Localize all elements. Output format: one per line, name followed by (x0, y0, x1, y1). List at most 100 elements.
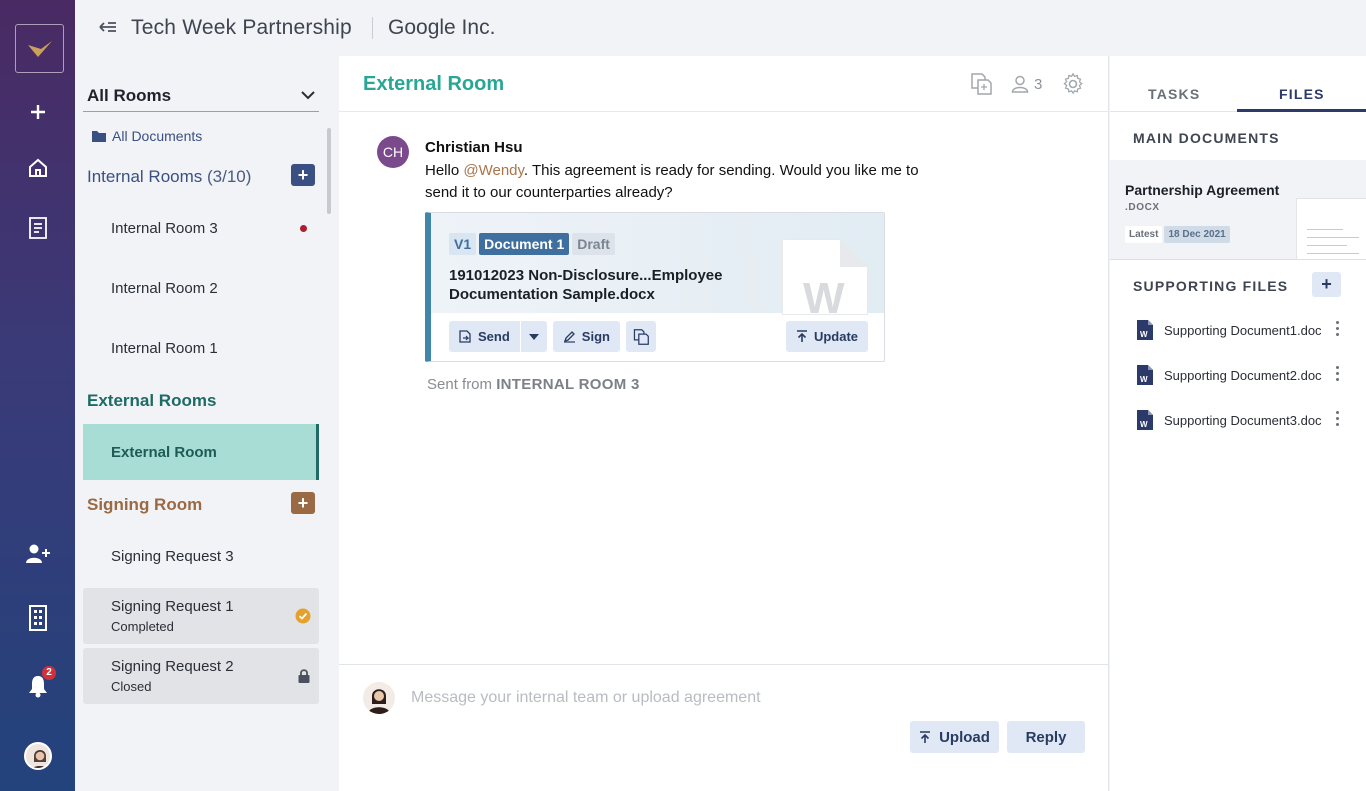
documents-button[interactable] (22, 212, 54, 244)
send-document-icon (459, 330, 471, 343)
plus-icon (31, 105, 45, 119)
user-icon (1011, 75, 1029, 93)
reply-button[interactable]: Reply (1007, 721, 1085, 753)
main-document-extension: .DOCX (1125, 202, 1160, 213)
sidebar-item-signing-request-2[interactable]: Signing Request 2 Closed (83, 648, 319, 704)
word-file-icon: W (1137, 320, 1153, 340)
send-options-dropdown[interactable] (520, 321, 547, 352)
room-label: Internal Room 2 (111, 279, 218, 297)
update-document-button[interactable]: Update (785, 321, 868, 352)
word-document-thumbnail: W (782, 239, 868, 323)
file-options-button[interactable] (1336, 366, 1339, 381)
sidebar-item-internal-room-2[interactable]: Internal Room 2 (83, 260, 319, 316)
room-filter-value: All Rooms (87, 85, 172, 105)
room-title: External Room (363, 73, 505, 95)
svg-text:W: W (1140, 375, 1148, 384)
member-count: 3 (1034, 76, 1043, 93)
svg-text:W: W (1140, 420, 1148, 429)
sidebar-item-internal-room-1[interactable]: Internal Room 1 (83, 320, 319, 376)
home-icon (29, 158, 47, 177)
request-label: Signing Request 2 (111, 658, 234, 675)
signing-room-title: Signing Room (87, 495, 203, 514)
supporting-files-heading: SUPPORTING FILES (1133, 278, 1289, 294)
composer-avatar (363, 682, 395, 714)
details-panel: TASKS FILES MAIN DOCUMENTS Partnership A… (1110, 56, 1366, 791)
profile-button[interactable] (22, 740, 54, 772)
members-button[interactable] (1011, 75, 1029, 98)
message-author: Christian Hsu (425, 139, 523, 156)
sidebar-item-signing-request-3[interactable]: Signing Request 3 (83, 528, 319, 584)
folder-icon (92, 131, 106, 142)
sent-from-note: Sent from INTERNAL ROOM 3 (427, 376, 640, 393)
sidebar-item-internal-room-3[interactable]: Internal Room 3 (83, 200, 319, 256)
all-documents-label: All Documents (112, 128, 203, 144)
panel-tabs: TASKS FILES (1110, 56, 1366, 112)
app-logo[interactable] (15, 24, 64, 73)
word-file-icon: W (1137, 365, 1153, 385)
supporting-file-item[interactable]: W Supporting Document2.doc (1136, 363, 1346, 387)
unread-indicator (300, 225, 307, 232)
compare-documents-button[interactable] (970, 73, 992, 100)
message-composer: Message your internal team or upload agr… (339, 664, 1109, 791)
upload-icon (920, 730, 931, 743)
upload-button[interactable]: Upload (910, 721, 999, 753)
supporting-file-item[interactable]: W Supporting Document1.doc (1136, 318, 1346, 342)
message-text: Hello @Wendy. This agreement is ready fo… (425, 162, 919, 201)
request-status: Completed (111, 619, 174, 634)
sidebar-scrollbar[interactable] (327, 128, 331, 214)
tab-files[interactable]: FILES (1279, 86, 1325, 102)
room-filter-select[interactable]: All Rooms (83, 80, 319, 112)
word-file-icon: W (1137, 410, 1153, 430)
source-room[interactable]: INTERNAL ROOM 3 (496, 376, 639, 393)
home-button[interactable] (22, 152, 54, 184)
add-user-button[interactable] (22, 538, 54, 570)
version-tag: V1 (449, 233, 477, 255)
internal-rooms-heading: Internal Rooms (3/10) (87, 167, 251, 187)
chevron-down-icon (301, 91, 315, 100)
room-header: External Room 3 (339, 56, 1108, 112)
latest-tag: Latest (1125, 226, 1163, 243)
tab-tasks[interactable]: TASKS (1148, 86, 1200, 102)
copy-document-icon (633, 328, 649, 345)
message-author-avatar: CH (377, 136, 409, 168)
add-signing-request-button[interactable]: + (291, 492, 315, 514)
document-thumbnail (1296, 198, 1366, 259)
external-rooms-heading: External Rooms (87, 391, 216, 411)
internal-rooms-count: (3/10) (207, 167, 252, 186)
user-mention[interactable]: @Wendy (463, 162, 524, 179)
header-divider (372, 17, 373, 39)
supporting-file-item[interactable]: W Supporting Document3.doc (1136, 408, 1346, 432)
add-supporting-file-button[interactable]: + (1312, 272, 1341, 297)
company-name: Google Inc. (388, 16, 496, 39)
request-status: Closed (111, 679, 152, 694)
room-settings-button[interactable] (1062, 72, 1084, 100)
svg-text:W: W (1140, 330, 1148, 339)
add-internal-room-button[interactable]: + (291, 164, 315, 186)
create-button[interactable] (22, 96, 54, 128)
collapse-sidebar-button[interactable] (99, 20, 117, 39)
document-name[interactable]: 191012023 Non-Disclosure...Employee Docu… (449, 266, 769, 304)
compare-versions-button[interactable] (625, 321, 656, 352)
draft-status-tag: Draft (572, 233, 615, 255)
lock-icon (298, 669, 310, 683)
file-name: Supporting Document1.doc (1164, 322, 1322, 338)
file-name: Supporting Document2.doc (1164, 367, 1322, 383)
sidebar-item-external-room[interactable]: External Room (83, 424, 319, 480)
signing-room-heading: Signing Room (87, 495, 202, 515)
verified-badge-icon (295, 608, 311, 624)
sidebar-item-signing-request-1[interactable]: Signing Request 1 Completed (83, 588, 319, 644)
main-document-card[interactable]: Partnership Agreement .DOCX Latest 18 De… (1110, 160, 1366, 260)
upload-icon (796, 330, 807, 342)
room-label: Internal Room 3 (111, 219, 218, 237)
file-options-button[interactable] (1336, 411, 1339, 426)
send-document-button[interactable]: Send (449, 321, 520, 352)
file-options-button[interactable] (1336, 321, 1339, 336)
message-input[interactable]: Message your internal team or upload agr… (411, 689, 761, 707)
notifications-button[interactable]: 2 (22, 666, 56, 702)
file-name: Supporting Document3.doc (1164, 412, 1322, 428)
logo-icon (27, 40, 52, 57)
all-documents-link[interactable]: All Documents (92, 128, 202, 144)
organization-button[interactable] (22, 602, 54, 634)
sign-document-button[interactable]: Sign (552, 321, 620, 352)
internal-rooms-title: Internal Rooms (87, 167, 203, 186)
